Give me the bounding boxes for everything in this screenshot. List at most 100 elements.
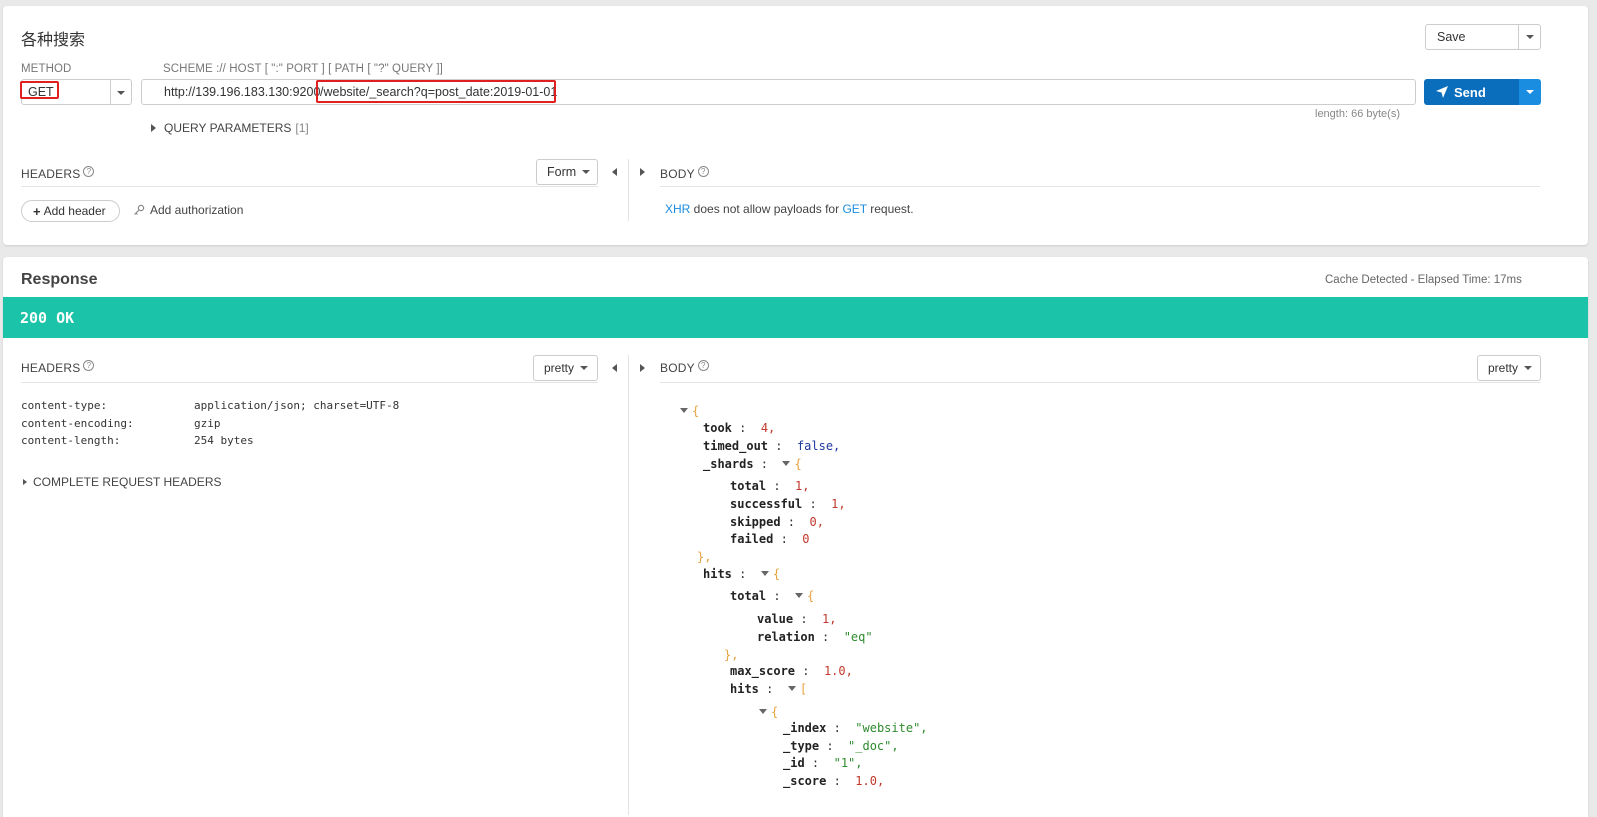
fold-toggle-icon[interactable] <box>782 461 791 466</box>
json-value: "1", <box>833 756 863 770</box>
json-key: timed_out <box>703 439 769 453</box>
json-line: skipped : 0, <box>730 513 824 531</box>
expand-right-icon[interactable] <box>640 168 645 176</box>
json-colon: : <box>802 497 832 511</box>
send-icon <box>1436 86 1448 98</box>
chevron-down-icon <box>582 170 591 174</box>
json-key: relation <box>757 630 815 644</box>
send-dropdown-button[interactable] <box>1519 79 1541 105</box>
json-value: 1.0, <box>823 664 853 678</box>
help-icon[interactable]: ? <box>697 360 709 371</box>
fold-toggle-icon[interactable] <box>795 593 804 598</box>
json-key: hits <box>730 682 759 696</box>
json-line: took : 4, <box>703 419 775 437</box>
complete-request-headers-toggle[interactable]: COMPLETE REQUEST HEADERS <box>23 475 221 489</box>
json-colon: : <box>773 532 803 546</box>
status-bar: 200 OK <box>3 297 1588 338</box>
json-line: relation : "eq" <box>757 628 873 646</box>
body-pretty-dropdown[interactable]: pretty <box>1477 355 1541 381</box>
save-dropdown-button[interactable] <box>1518 24 1541 50</box>
response-header-value: gzip <box>194 417 221 430</box>
json-line: failed : 0 <box>730 530 810 548</box>
json-value: false, <box>796 439 841 453</box>
body-message-text: does not allow payloads for <box>690 202 843 216</box>
json-colon: : <box>819 739 849 753</box>
help-icon[interactable]: ? <box>83 166 95 177</box>
json-colon: : <box>731 421 761 435</box>
help-icon[interactable]: ? <box>697 166 709 177</box>
json-value: "website", <box>855 721 928 735</box>
add-header-button[interactable]: + Add header <box>21 200 120 222</box>
json-colon: : <box>780 515 810 529</box>
query-parameters-toggle[interactable]: QUERY PARAMETERS [1] <box>151 121 309 135</box>
request-headers-label: HEADERS? <box>21 166 95 181</box>
method-value: GET <box>28 85 54 99</box>
json-line: { <box>759 703 778 721</box>
headers-pretty-dropdown[interactable]: pretty <box>533 355 598 381</box>
json-brace: { <box>794 457 802 471</box>
json-line: _index : "website", <box>783 719 928 737</box>
json-value: "eq" <box>843 630 873 644</box>
json-colon: : <box>766 479 796 493</box>
json-key: failed <box>730 532 774 546</box>
url-input[interactable]: http://139.196.183.130:9200 /website/_se… <box>141 79 1416 105</box>
fold-toggle-icon[interactable] <box>759 709 767 714</box>
chevron-down-icon <box>580 366 589 370</box>
elapsed-time: Cache Detected - Elapsed Time: 17ms <box>1325 274 1522 286</box>
json-colon: : <box>758 682 788 696</box>
json-brace: { <box>807 589 815 603</box>
add-authorization-link[interactable]: Add authorization <box>133 203 243 217</box>
json-key: _shards <box>703 457 754 471</box>
json-key: value <box>757 612 794 626</box>
json-colon: : <box>826 774 856 788</box>
json-line: hits : { <box>703 565 780 583</box>
json-value: 1.0, <box>855 774 885 788</box>
json-colon: : <box>766 589 796 603</box>
fold-toggle-icon[interactable] <box>787 686 796 691</box>
request-title: 各种搜索 <box>21 32 86 49</box>
get-link[interactable]: GET <box>842 202 866 216</box>
response-header-name: content-encoding: <box>21 417 134 430</box>
response-header-name: content-length: <box>21 434 121 447</box>
pretty-label: pretty <box>544 361 575 375</box>
fold-toggle-icon[interactable] <box>760 571 769 576</box>
method-label: METHOD <box>21 63 72 75</box>
json-line: }, <box>697 548 711 566</box>
json-colon: : <box>753 457 783 471</box>
expand-right-icon[interactable] <box>640 364 645 372</box>
collapse-left-icon[interactable] <box>612 364 617 372</box>
pretty-label: pretty <box>1488 361 1519 375</box>
json-brace: }, <box>697 550 712 564</box>
json-key: successful <box>730 497 803 511</box>
help-icon[interactable]: ? <box>83 360 95 371</box>
json-line: _type : "_doc", <box>783 737 899 755</box>
body-rule <box>660 186 1540 187</box>
chevron-down-icon <box>1526 90 1534 94</box>
send-button[interactable]: Send <box>1424 79 1519 105</box>
json-line: { <box>680 402 699 420</box>
json-colon: : <box>804 756 834 770</box>
json-colon: : <box>795 664 824 678</box>
key-icon <box>134 204 145 215</box>
response-body-label: BODY? <box>660 360 709 375</box>
json-key: _index <box>783 721 827 735</box>
json-key: took <box>703 421 732 435</box>
method-select[interactable]: GET <box>21 79 132 105</box>
save-button[interactable]: Save <box>1425 24 1519 50</box>
response-panel: Response Cache Detected - Elapsed Time: … <box>3 257 1588 817</box>
json-line: _id : "1", <box>783 754 863 772</box>
method-select-divider <box>110 80 111 104</box>
chevron-right-icon <box>23 479 27 485</box>
json-line: total : 1, <box>730 477 809 495</box>
fold-toggle-icon[interactable] <box>680 408 688 413</box>
json-brace: { <box>772 567 781 581</box>
response-divider <box>628 355 629 815</box>
json-value: 0 <box>802 532 810 546</box>
collapse-left-icon[interactable] <box>612 168 617 176</box>
json-brace: { <box>692 404 700 418</box>
form-dropdown[interactable]: Form <box>536 159 598 185</box>
send-label: Send <box>1454 84 1486 100</box>
json-value: 1, <box>831 497 846 511</box>
url-host: http://139.196.183.130:9200 <box>164 85 321 99</box>
xhr-link[interactable]: XHR <box>665 202 690 216</box>
